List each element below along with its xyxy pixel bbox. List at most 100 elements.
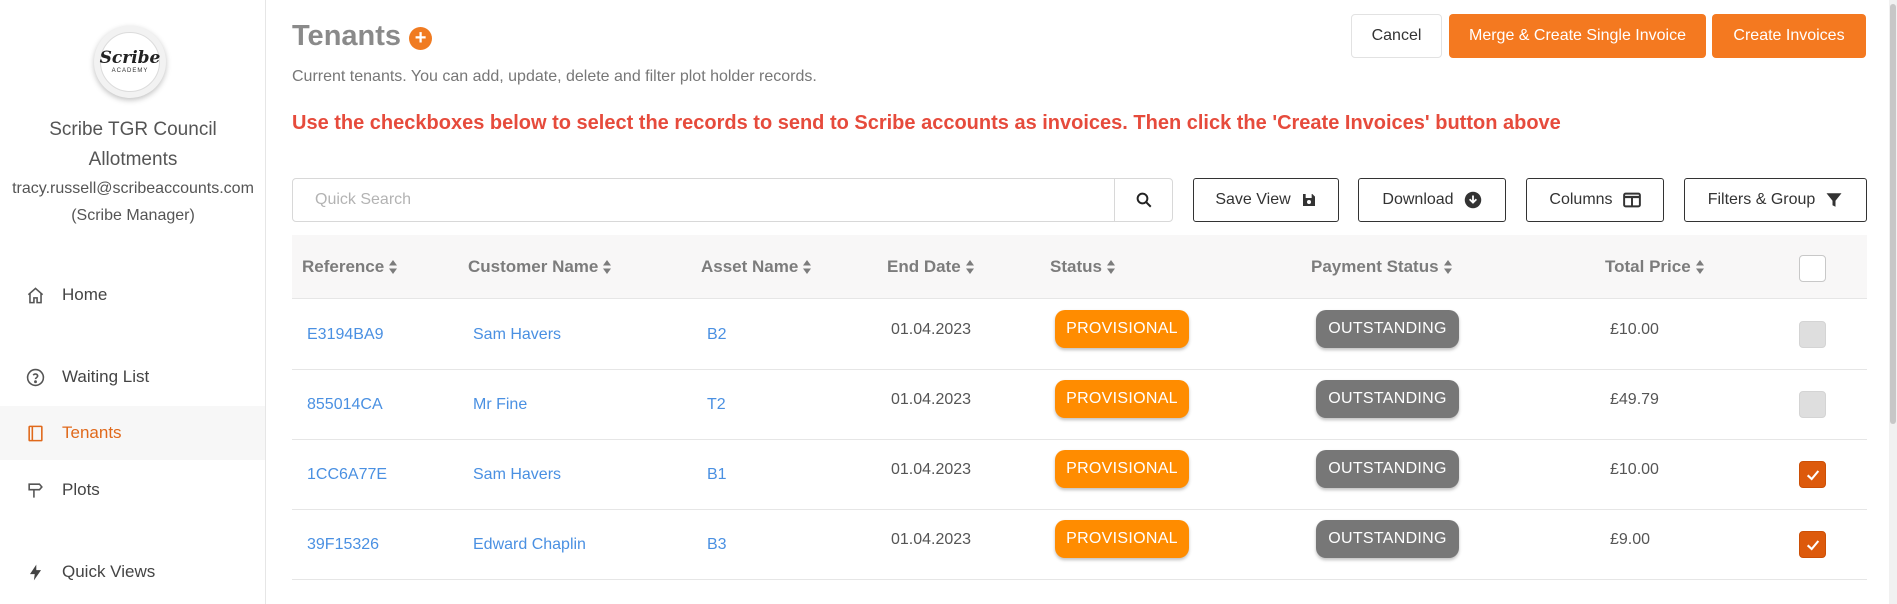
- sort-icon: [965, 259, 975, 275]
- sidebar-item-waiting-list[interactable]: Waiting List: [0, 350, 265, 404]
- table-header: Reference Customer Name Asset Name End D…: [292, 235, 1867, 299]
- row-select-checkbox[interactable]: [1799, 321, 1826, 348]
- sort-icon: [802, 259, 812, 275]
- row-select-checkbox[interactable]: [1799, 461, 1826, 488]
- sort-icon: [388, 259, 398, 275]
- status-badge: PROVISIONAL: [1055, 520, 1189, 558]
- logo-word: Scribe: [99, 48, 161, 68]
- column-label: Payment Status: [1311, 257, 1439, 276]
- total-price: £10.00: [1610, 321, 1659, 338]
- sort-icon: [1443, 259, 1453, 275]
- column-header-payment-status[interactable]: Payment Status: [1311, 235, 1453, 299]
- column-header-end-date[interactable]: End Date: [887, 235, 975, 299]
- main-content: Tenants + Current tenants. You can add, …: [292, 0, 1892, 604]
- column-header-total-price[interactable]: Total Price: [1605, 235, 1705, 299]
- column-header-status[interactable]: Status: [1050, 235, 1116, 299]
- column-header-customer-name[interactable]: Customer Name: [468, 235, 612, 299]
- sidebar-item-home[interactable]: Home: [0, 268, 265, 322]
- sidebar-item-plots[interactable]: Plots: [0, 463, 265, 517]
- total-price: £10.00: [1610, 461, 1659, 478]
- asset-link[interactable]: T2: [707, 370, 726, 440]
- columns-icon: [1622, 192, 1641, 208]
- table-row: 1CC6A77E Sam Havers B1 01.04.2023 PROVIS…: [292, 440, 1867, 510]
- logo-sub: ACADEMY: [111, 68, 149, 74]
- row-select-checkbox[interactable]: [1799, 391, 1826, 418]
- org-subtitle: Allotments: [88, 149, 178, 170]
- user-email: tracy.russell@scribeaccounts.com: [12, 180, 254, 197]
- table-row: 855014CA Mr Fine T2 01.04.2023 PROVISION…: [292, 370, 1867, 440]
- filter-funnel-icon: [1826, 193, 1842, 207]
- end-date: 01.04.2023: [891, 321, 972, 338]
- download-button[interactable]: Download: [1358, 178, 1506, 222]
- column-label: Reference: [302, 257, 385, 276]
- page-title-wrap: Tenants +: [292, 20, 433, 53]
- total-price: £49.79: [1610, 391, 1659, 408]
- asset-link[interactable]: B1: [707, 440, 727, 510]
- asset-link[interactable]: B2: [707, 300, 727, 370]
- floppy-disk-icon: [1302, 194, 1315, 206]
- sidebar-item-label: Quick Views: [62, 562, 156, 581]
- user-role: (Scribe Manager): [71, 207, 195, 224]
- download-label: Download: [1382, 191, 1454, 208]
- sort-icon: [602, 259, 612, 275]
- column-label: Status: [1050, 257, 1102, 276]
- sidebar-item-tenants[interactable]: Tenants: [0, 406, 265, 460]
- table-row: 39F15326 Edward Chaplin B3 01.04.2023 PR…: [292, 510, 1867, 580]
- home-icon: [25, 285, 45, 305]
- asset-link[interactable]: B3: [707, 510, 727, 580]
- row-select-checkbox[interactable]: [1799, 531, 1826, 558]
- column-header-reference[interactable]: Reference: [302, 235, 398, 299]
- save-view-button[interactable]: Save View: [1193, 178, 1339, 222]
- end-date: 01.04.2023: [891, 461, 972, 478]
- merge-create-single-invoice-button[interactable]: Merge & Create Single Invoice: [1449, 14, 1706, 58]
- search-icon: [1136, 192, 1151, 208]
- sidebar-item-label: Home: [62, 285, 108, 304]
- column-label: Asset Name: [701, 257, 799, 276]
- select-all-checkbox[interactable]: [1799, 255, 1826, 282]
- reference-link[interactable]: E3194BA9: [307, 300, 384, 370]
- sort-icon: [1695, 259, 1705, 275]
- sort-icon: [1106, 259, 1116, 275]
- filters-label: Filters & Group: [1707, 191, 1816, 208]
- logo-badge: Scribe ACADEMY: [100, 32, 160, 92]
- checkmark-icon: [1806, 469, 1819, 481]
- scribe-logo[interactable]: Scribe ACADEMY: [94, 26, 166, 98]
- customer-link[interactable]: Sam Havers: [473, 440, 561, 510]
- sidebar-item-quick-views[interactable]: Quick Views: [0, 545, 265, 599]
- cancel-button[interactable]: Cancel: [1351, 14, 1442, 58]
- invoice-instruction: Use the checkboxes below to select the r…: [292, 112, 1561, 134]
- filters-group-button[interactable]: Filters & Group: [1684, 178, 1867, 222]
- total-price: £9.00: [1610, 531, 1651, 548]
- reference-link[interactable]: 1CC6A77E: [307, 440, 387, 510]
- question-circle-icon: [25, 367, 45, 387]
- status-badge: PROVISIONAL: [1055, 450, 1189, 488]
- payment-status-badge: OUTSTANDING: [1316, 450, 1459, 488]
- org-name: Scribe TGR Council: [49, 119, 217, 140]
- reference-link[interactable]: 855014CA: [307, 370, 383, 440]
- checkmark-icon: [1806, 539, 1819, 551]
- scrollbar-thumb[interactable]: [1890, 4, 1896, 424]
- column-label: Total Price: [1605, 257, 1691, 276]
- signpost-icon: [25, 480, 45, 500]
- lightning-icon: [25, 562, 45, 582]
- status-badge: PROVISIONAL: [1055, 380, 1189, 418]
- payment-status-badge: OUTSTANDING: [1316, 380, 1459, 418]
- quick-search-input[interactable]: [292, 178, 1115, 222]
- customer-link[interactable]: Edward Chaplin: [473, 510, 586, 580]
- save-view-label: Save View: [1215, 191, 1291, 208]
- page-title: Tenants: [292, 20, 402, 52]
- add-tenant-button[interactable]: +: [409, 27, 433, 50]
- sidebar: Scribe ACADEMY Scribe TGR Council Allotm…: [0, 0, 266, 604]
- book-icon: [25, 423, 45, 443]
- sidebar-item-label: Tenants: [62, 423, 122, 442]
- reference-link[interactable]: 39F15326: [307, 510, 379, 580]
- customer-link[interactable]: Sam Havers: [473, 300, 561, 370]
- create-invoices-button[interactable]: Create Invoices: [1712, 14, 1866, 58]
- customer-link[interactable]: Mr Fine: [473, 370, 527, 440]
- search-button[interactable]: [1114, 178, 1173, 222]
- columns-label: Columns: [1549, 191, 1613, 208]
- payment-status-badge: OUTSTANDING: [1316, 310, 1459, 348]
- page-scrollbar[interactable]: [1889, 0, 1897, 604]
- column-header-asset-name[interactable]: Asset Name: [701, 235, 812, 299]
- columns-button[interactable]: Columns: [1526, 178, 1664, 222]
